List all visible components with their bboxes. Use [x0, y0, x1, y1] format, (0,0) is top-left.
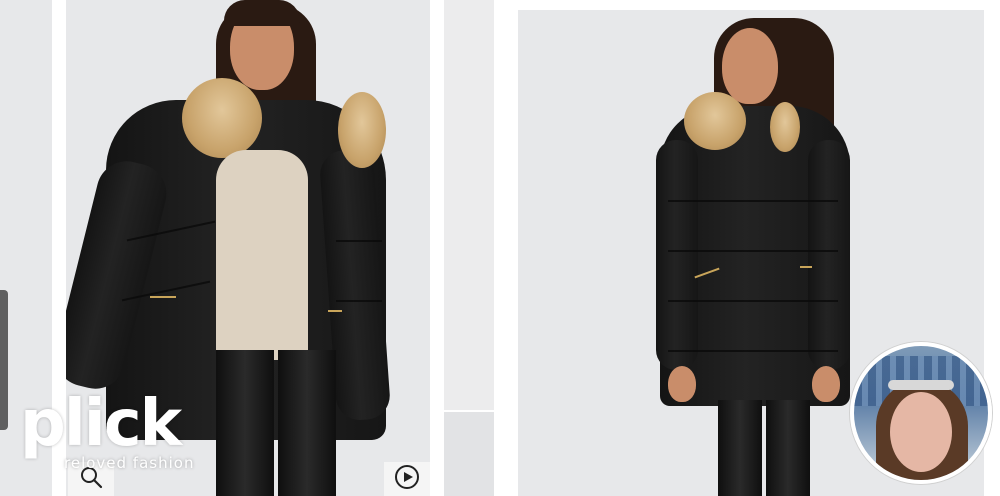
logo-tagline: reloved fashion [64, 454, 195, 472]
presenter-face [890, 392, 952, 472]
sunglasses-icon [888, 380, 954, 390]
gallery-image-strip[interactable] [444, 0, 494, 410]
partial-coat-edge [0, 290, 8, 430]
plick-logo: plick reloved fashion [20, 392, 200, 478]
play-video-button[interactable] [384, 462, 430, 496]
webcam-bubble [850, 342, 992, 484]
play-icon [394, 464, 420, 495]
gallery-image-strip-lower[interactable] [444, 412, 494, 496]
logo-wordmark: plick [20, 387, 182, 461]
